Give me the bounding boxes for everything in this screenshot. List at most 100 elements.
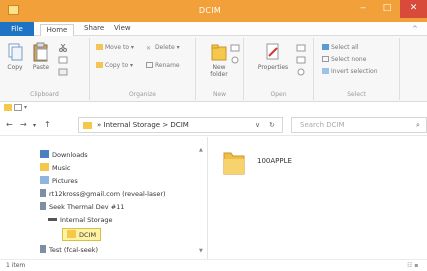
navigation-pane: Downloads Music Pictures rt12kross@gmail… bbox=[0, 137, 208, 259]
folder-app-icon bbox=[8, 5, 19, 15]
tree-item-label: Internal Storage bbox=[60, 216, 113, 224]
properties-button[interactable]: Properties bbox=[256, 42, 290, 71]
select-all-label: Select all bbox=[331, 44, 359, 51]
paste-button[interactable]: Paste bbox=[30, 42, 52, 71]
tree-item-device-email[interactable]: rt12kross@gmail.com (reveal-laser) bbox=[40, 188, 166, 201]
delete-button[interactable]: ✕ Delete ▾ bbox=[146, 44, 180, 52]
select-all-icon bbox=[322, 44, 329, 50]
copy-icon bbox=[8, 43, 23, 61]
search-placeholder: Search DCIM bbox=[300, 121, 345, 129]
new-group-label: New bbox=[212, 91, 227, 98]
search-icon[interactable]: ⌕ bbox=[416, 121, 420, 130]
copy-button[interactable]: Copy bbox=[4, 42, 26, 71]
close-button[interactable]: ✕ bbox=[400, 0, 427, 18]
device-icon bbox=[40, 189, 46, 197]
rename-label: Rename bbox=[155, 62, 180, 69]
title-bar: DCIM ‒ □ ✕ bbox=[0, 0, 427, 22]
folder-icon bbox=[223, 152, 245, 175]
history-icon[interactable] bbox=[296, 68, 306, 76]
ribbon-collapse-button[interactable]: ^ bbox=[412, 25, 418, 33]
copy-path-icon[interactable] bbox=[58, 56, 68, 64]
organize-group: Move to ▾ ✕ Delete ▾ Copy to ▾ Rename Org… bbox=[90, 38, 196, 100]
path-text: » Internal Storage > DCIM bbox=[97, 121, 189, 129]
minimize-button[interactable]: ‒ bbox=[352, 0, 374, 18]
paste-icon bbox=[33, 42, 48, 62]
recent-locations-button[interactable]: ▾ bbox=[33, 122, 36, 129]
path-folder-icon bbox=[83, 122, 92, 129]
tree-item-label: Downloads bbox=[52, 151, 88, 159]
invert-selection-label: Invert selection bbox=[331, 68, 378, 75]
select-none-label: Select none bbox=[331, 56, 367, 63]
tree-item-internal-storage[interactable]: Internal Storage bbox=[48, 214, 113, 227]
drive-icon bbox=[48, 218, 57, 221]
address-path[interactable]: » Internal Storage > DCIM ∨ ↻ bbox=[78, 117, 283, 133]
address-bar: ← → ▾ ↑ » Internal Storage > DCIM ∨ ↻ Se… bbox=[0, 114, 427, 136]
scroll-down-button[interactable]: ▼ bbox=[199, 248, 203, 254]
refresh-button[interactable]: ↻ bbox=[269, 121, 275, 129]
delete-icon: ✕ bbox=[146, 45, 152, 52]
cut-icon[interactable] bbox=[58, 44, 68, 52]
copy-to-label: Copy to ▾ bbox=[105, 62, 134, 69]
address-dropdown-button[interactable]: ∨ bbox=[255, 121, 260, 129]
move-to-label: Move to ▾ bbox=[105, 44, 134, 51]
tree-item-test-device[interactable]: Test (fcal-seek) bbox=[40, 244, 98, 257]
folder-item[interactable]: 100APPLE bbox=[223, 149, 313, 181]
paste-shortcut-icon[interactable] bbox=[58, 68, 68, 76]
rename-icon bbox=[146, 62, 153, 68]
tab-home[interactable]: Home bbox=[40, 24, 74, 36]
tab-file[interactable]: File bbox=[0, 22, 34, 36]
device-icon bbox=[40, 245, 46, 253]
window-title: DCIM bbox=[198, 6, 222, 15]
tree-item-pictures[interactable]: Pictures bbox=[40, 175, 78, 188]
view-toggle-icons[interactable]: ☷ ▪ bbox=[407, 262, 418, 269]
tree-item-label: rt12kross@gmail.com (reveal-laser) bbox=[49, 190, 166, 198]
downloads-icon bbox=[40, 150, 49, 158]
move-to-icon bbox=[96, 44, 103, 50]
rename-button[interactable]: Rename bbox=[146, 62, 180, 69]
properties-icon bbox=[266, 43, 279, 60]
open-icon[interactable] bbox=[296, 44, 306, 52]
copy-to-button[interactable]: Copy to ▾ bbox=[96, 62, 133, 69]
forward-button[interactable]: → bbox=[20, 120, 27, 129]
back-button[interactable]: ← bbox=[6, 120, 13, 129]
folder-label: 100APPLE bbox=[257, 157, 292, 165]
device-icon bbox=[40, 202, 46, 210]
qat-properties-icon[interactable] bbox=[14, 104, 22, 111]
clipboard-group-label: Clipboard bbox=[30, 91, 59, 98]
ribbon: Copy Paste Clipboard Move to ▾ ✕ Delete ▾… bbox=[0, 36, 427, 102]
status-bar: 1 item ☷ ▪ bbox=[0, 259, 427, 271]
tree-item-label: Music bbox=[52, 164, 71, 172]
new-item-icon[interactable] bbox=[230, 44, 240, 52]
open-group: Properties Open bbox=[244, 38, 314, 100]
new-folder-label: New folder bbox=[210, 64, 228, 78]
scroll-up-button[interactable]: ▲ bbox=[199, 147, 203, 153]
tree-item-seek-thermal[interactable]: Seek Thermal Dev #11 bbox=[40, 201, 124, 214]
select-none-button[interactable]: Select none bbox=[322, 56, 366, 63]
tree-item-label: DCIM bbox=[79, 231, 97, 239]
pictures-icon bbox=[40, 176, 49, 184]
edit-icon[interactable] bbox=[296, 56, 306, 64]
tree-item-dcim[interactable]: DCIM bbox=[62, 228, 102, 241]
tree-item-downloads[interactable]: Downloads bbox=[40, 149, 88, 162]
tab-view[interactable]: View bbox=[114, 24, 131, 32]
qat-dropdown-icon[interactable]: ▾ bbox=[24, 104, 32, 111]
move-to-button[interactable]: Move to ▾ bbox=[96, 44, 134, 51]
maximize-button[interactable]: □ bbox=[376, 0, 398, 18]
easy-access-icon[interactable] bbox=[230, 56, 240, 64]
select-none-icon bbox=[322, 56, 329, 62]
organize-group-label: Organize bbox=[129, 91, 156, 98]
search-input[interactable]: Search DCIM ⌕ bbox=[291, 117, 427, 133]
item-count: 1 item bbox=[6, 262, 26, 269]
tree-item-label: Pictures bbox=[52, 177, 78, 185]
tab-share[interactable]: Share bbox=[84, 24, 104, 32]
select-all-button[interactable]: Select all bbox=[322, 44, 358, 51]
paste-label: Paste bbox=[32, 64, 50, 71]
delete-label: Delete ▾ bbox=[155, 44, 180, 51]
folder-icon bbox=[67, 230, 76, 238]
qat-folder-icon[interactable] bbox=[4, 104, 12, 111]
ribbon-tabs: File Home Share View ^ bbox=[0, 22, 427, 36]
tree-item-music[interactable]: Music bbox=[40, 162, 71, 175]
properties-label: Properties bbox=[257, 64, 289, 71]
up-button[interactable]: ↑ bbox=[44, 120, 51, 129]
invert-selection-button[interactable]: Invert selection bbox=[322, 68, 378, 75]
